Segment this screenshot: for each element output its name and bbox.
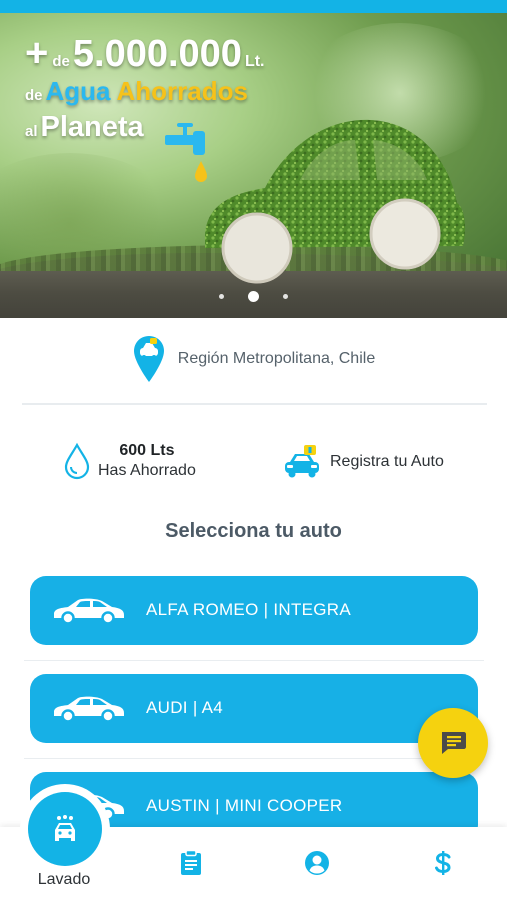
car-name: AUSTIN | MINI COOPER xyxy=(146,796,343,815)
chat-icon xyxy=(442,732,466,754)
location-pin-car-icon xyxy=(133,336,164,382)
user-account-icon xyxy=(305,851,329,875)
register-car-label: Registra tu Auto xyxy=(330,453,444,470)
divider xyxy=(22,403,487,405)
car-icon xyxy=(54,598,124,624)
section-title: Selecciona tu auto xyxy=(165,520,342,542)
water-drop-icon xyxy=(64,442,90,480)
clipboard-icon xyxy=(181,850,201,875)
dollar-icon xyxy=(435,851,451,875)
nav-payments-button[interactable] xyxy=(430,850,456,876)
carousel-indicator[interactable] xyxy=(0,291,507,302)
carousel-dot[interactable] xyxy=(283,294,288,299)
nav-profile-button[interactable] xyxy=(304,850,330,876)
register-car-button[interactable]: Registra tu Auto xyxy=(282,444,444,480)
app-screen: + de 5.000.000 Lt. de Agua Ahorrados al … xyxy=(0,0,507,900)
faucet-icon xyxy=(165,123,207,182)
car-list-item[interactable]: AUDI | A4 xyxy=(30,674,478,743)
water-saved-stat: 600 Lts Has Ahorrado xyxy=(62,442,196,480)
status-bar xyxy=(0,0,507,13)
chat-button[interactable] xyxy=(418,708,488,778)
carousel-dot[interactable] xyxy=(219,294,224,299)
carousel-dot-active[interactable] xyxy=(248,291,259,302)
promo-amount: 5.000.000 xyxy=(72,33,242,75)
promo-plus: + xyxy=(25,31,49,75)
promo-banner[interactable]: + de 5.000.000 Lt. de Agua Ahorrados al … xyxy=(0,13,507,318)
nav-orders-button[interactable] xyxy=(178,850,204,876)
location-row[interactable]: Región Metropolitana, Chile xyxy=(0,330,507,388)
promo-text: + de 5.000.000 Lt. de Agua Ahorrados al … xyxy=(25,31,265,143)
nav-wash-label: Lavado xyxy=(37,871,91,888)
car-icon xyxy=(54,696,124,722)
nav-wash-button[interactable] xyxy=(28,792,102,866)
list-divider xyxy=(24,660,484,661)
car-wash-icon xyxy=(55,815,75,841)
location-text: Región Metropolitana, Chile xyxy=(177,350,376,367)
car-name: AUDI | A4 xyxy=(146,698,224,717)
water-saved-value: 600 Lts xyxy=(119,442,175,459)
register-car-icon xyxy=(285,445,319,478)
car-name: ALFA ROMEO | INTEGRA xyxy=(146,600,352,619)
list-divider xyxy=(24,758,484,759)
stats-row: 600 Lts Has Ahorrado Registra tu Auto xyxy=(0,440,507,490)
water-saved-label: Has Ahorrado xyxy=(98,462,196,479)
car-list-item[interactable]: ALFA ROMEO | INTEGRA xyxy=(30,576,478,645)
